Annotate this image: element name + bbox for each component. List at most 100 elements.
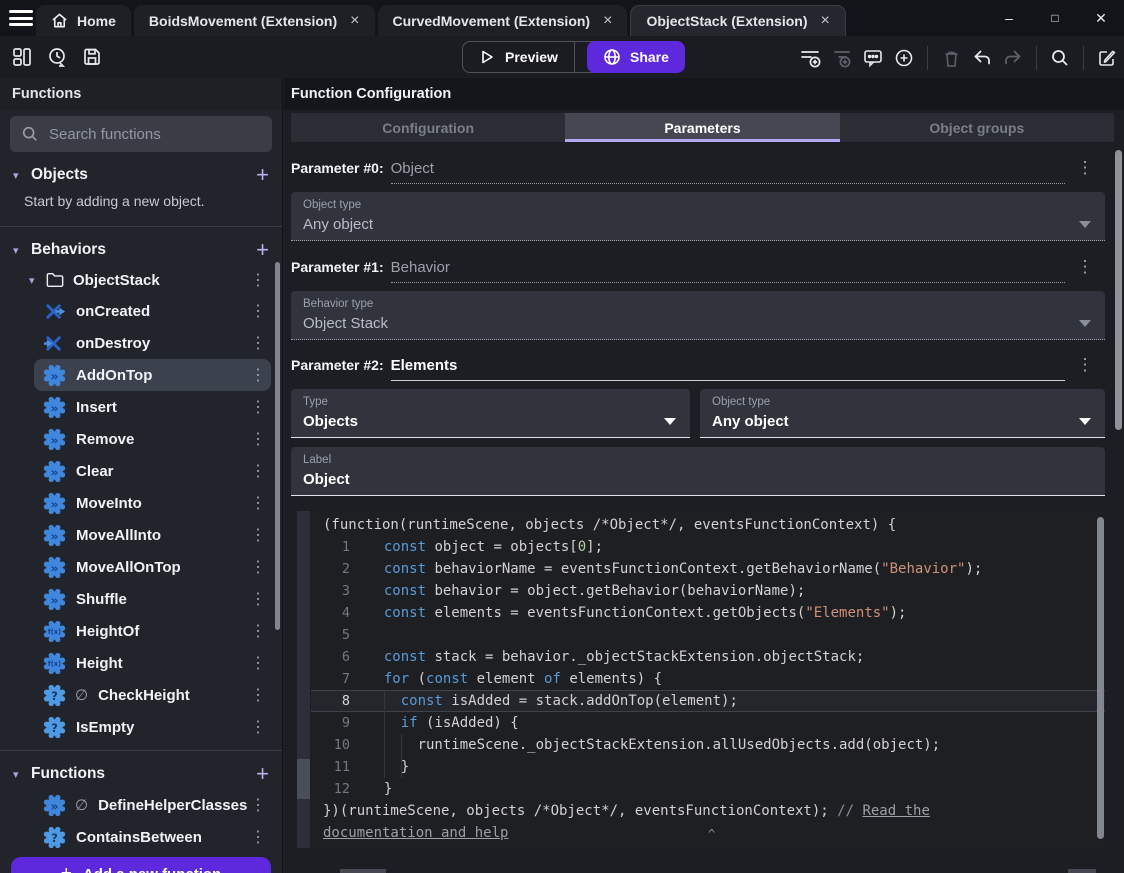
panels-icon[interactable] xyxy=(11,46,33,68)
function-item-onDestroy[interactable]: onDestroy ⋮ xyxy=(34,327,271,359)
behavior-group-objectstack[interactable]: ▾ ObjectStack ⋮ xyxy=(0,265,282,295)
code-line[interactable]: 1 const object = objects[0]; xyxy=(311,536,1105,558)
item-menu-icon[interactable]: ⋮ xyxy=(247,717,269,737)
add-new-function-button[interactable]: + Add a new function xyxy=(11,857,271,873)
window-tab[interactable]: Home xyxy=(36,5,131,36)
function-item-HeightOf[interactable]: f(x) HeightOf ⋮ xyxy=(34,615,271,647)
edit-icon[interactable] xyxy=(1096,47,1118,69)
code-editor-rail-thumb[interactable] xyxy=(297,759,310,799)
item-menu-icon[interactable]: ⋮ xyxy=(247,270,269,290)
sidebar-scrollbar[interactable] xyxy=(275,262,280,630)
close-window-button[interactable]: ✕ xyxy=(1078,10,1124,27)
function-item-MoveAllInto[interactable]: » MoveAllInto ⋮ xyxy=(34,519,271,551)
function-item-Clear[interactable]: » Clear ⋮ xyxy=(34,455,271,487)
maximize-button[interactable]: □ xyxy=(1032,11,1078,25)
item-menu-icon[interactable]: ⋮ xyxy=(247,461,269,481)
add-function-plus-button[interactable]: + xyxy=(256,763,269,785)
object-type-select[interactable]: Object type Any object xyxy=(291,192,1105,241)
undo-icon[interactable] xyxy=(971,47,993,69)
add-behavior-button[interactable]: + xyxy=(256,239,269,261)
code-line[interactable]: 5 xyxy=(311,624,1105,646)
add-subevent-icon[interactable] xyxy=(831,47,853,69)
function-item-onCreated[interactable]: onCreated ⋮ xyxy=(34,295,271,327)
code-line[interactable]: 12 } xyxy=(311,778,1105,800)
code-line[interactable]: 4 const elements = eventsFunctionContext… xyxy=(311,602,1105,624)
section-objects[interactable]: ▾ Objects + xyxy=(0,160,282,190)
code-line[interactable]: 11 } xyxy=(311,756,1105,778)
tab-close-icon[interactable]: × xyxy=(350,12,359,29)
tab-parameters[interactable]: Parameters xyxy=(565,113,840,142)
label-field[interactable]: Label Object xyxy=(291,447,1105,496)
function-item-Remove[interactable]: » Remove ⋮ xyxy=(34,423,271,455)
add-circle-icon[interactable] xyxy=(893,47,915,69)
item-menu-icon[interactable]: ⋮ xyxy=(247,525,269,545)
item-menu-icon[interactable]: ⋮ xyxy=(247,397,269,417)
function-item-ContainsBetween[interactable]: ? ContainsBetween ⋮ xyxy=(34,821,271,853)
history-icon[interactable] xyxy=(46,46,68,68)
code-scrollbar[interactable] xyxy=(1097,517,1104,839)
item-menu-icon[interactable]: ⋮ xyxy=(247,621,269,641)
code-line[interactable]: (function(runtimeScene, objects /*Object… xyxy=(311,514,1105,536)
javascript-code-editor[interactable]: ^ (function(runtimeScene, objects /*Obje… xyxy=(311,511,1105,848)
window-tab[interactable]: ObjectStack (Extension) × xyxy=(630,5,846,36)
menu-icon[interactable] xyxy=(9,10,33,26)
code-line[interactable]: 3 const behavior = object.getBehavior(be… xyxy=(311,580,1105,602)
item-menu-icon[interactable]: ⋮ xyxy=(247,557,269,577)
section-functions[interactable]: ▾ Functions + xyxy=(0,759,282,789)
item-menu-icon[interactable]: ⋮ xyxy=(247,333,269,353)
function-item-Height[interactable]: f(x) Height ⋮ xyxy=(34,647,271,679)
function-item-AddOnTop[interactable]: » AddOnTop ⋮ xyxy=(34,359,271,391)
share-button[interactable]: Share xyxy=(587,41,685,73)
main-scrollbar[interactable] xyxy=(1115,150,1122,430)
behavior-type-select[interactable]: Behavior type Object Stack xyxy=(291,291,1105,340)
parameter-name-input[interactable]: Behavior xyxy=(390,259,1065,283)
item-menu-icon[interactable]: ⋮ xyxy=(247,795,269,815)
item-menu-icon[interactable]: ⋮ xyxy=(247,301,269,321)
documentation-link[interactable]: Read the xyxy=(862,803,929,819)
preview-button[interactable]: Preview xyxy=(463,42,574,72)
parameter-name-input[interactable]: Elements xyxy=(390,357,1065,381)
section-behaviors[interactable]: ▾ Behaviors + xyxy=(0,235,282,265)
function-item-IsEmpty[interactable]: ? IsEmpty ⋮ xyxy=(34,711,271,743)
code-line[interactable]: 7 for (const element of elements) { xyxy=(311,668,1105,690)
function-item-CheckHeight[interactable]: ? ∅ CheckHeight ⋮ xyxy=(34,679,271,711)
code-line[interactable]: 6 const stack = behavior._objectStackExt… xyxy=(311,646,1105,668)
item-menu-icon[interactable]: ⋮ xyxy=(247,685,269,705)
add-event-icon[interactable] xyxy=(800,47,822,69)
code-line[interactable]: 10 runtimeScene._objectStackExtension.al… xyxy=(311,734,1105,756)
tab-close-icon[interactable]: × xyxy=(603,12,612,29)
documentation-link[interactable]: documentation and help xyxy=(323,825,508,841)
search-functions-box[interactable] xyxy=(10,116,272,152)
parameter-menu-icon[interactable]: ⋮ xyxy=(1065,257,1105,277)
function-item-Insert[interactable]: » Insert ⋮ xyxy=(34,391,271,423)
comment-icon[interactable] xyxy=(862,47,884,69)
add-object-button[interactable]: + xyxy=(256,164,269,186)
minimize-button[interactable]: – xyxy=(986,10,1032,26)
object-type-select[interactable]: Object type Any object xyxy=(700,389,1105,438)
window-tab[interactable]: CurvedMovement (Extension) × xyxy=(377,5,628,36)
search-functions-input[interactable] xyxy=(49,125,261,143)
tab-object-groups[interactable]: Object groups xyxy=(840,113,1114,142)
function-item-DefineHelperClasses[interactable]: » ∅ DefineHelperClasses ⋮ xyxy=(34,789,271,821)
item-menu-icon[interactable]: ⋮ xyxy=(247,493,269,513)
parameter-name-input[interactable]: Object xyxy=(390,160,1065,184)
tab-configuration[interactable]: Configuration xyxy=(291,113,565,142)
tab-close-icon[interactable]: × xyxy=(820,13,829,29)
code-line[interactable]: 2 const behaviorName = eventsFunctionCon… xyxy=(311,558,1105,580)
code-line[interactable]: })(runtimeScene, objects /*Object*/, eve… xyxy=(311,800,1105,822)
save-icon[interactable] xyxy=(81,46,103,68)
code-line-highlighted[interactable]: 8 const isAdded = stack.addOnTop(element… xyxy=(311,690,1105,712)
item-menu-icon[interactable]: ⋮ xyxy=(247,429,269,449)
type-select[interactable]: Type Objects xyxy=(291,389,690,438)
item-menu-icon[interactable]: ⋮ xyxy=(247,589,269,609)
parameter-menu-icon[interactable]: ⋮ xyxy=(1065,355,1105,375)
window-tab[interactable]: BoidsMovement (Extension) × xyxy=(133,5,375,36)
redo-icon[interactable] xyxy=(1002,47,1024,69)
parameter-menu-icon[interactable]: ⋮ xyxy=(1065,158,1105,178)
function-item-Shuffle[interactable]: » Shuffle ⋮ xyxy=(34,583,271,615)
item-menu-icon[interactable]: ⋮ xyxy=(247,827,269,847)
trash-icon[interactable] xyxy=(940,47,962,69)
function-item-MoveAllOnTop[interactable]: » MoveAllOnTop ⋮ xyxy=(34,551,271,583)
code-line[interactable]: 9 if (isAdded) { xyxy=(311,712,1105,734)
item-menu-icon[interactable]: ⋮ xyxy=(247,653,269,673)
